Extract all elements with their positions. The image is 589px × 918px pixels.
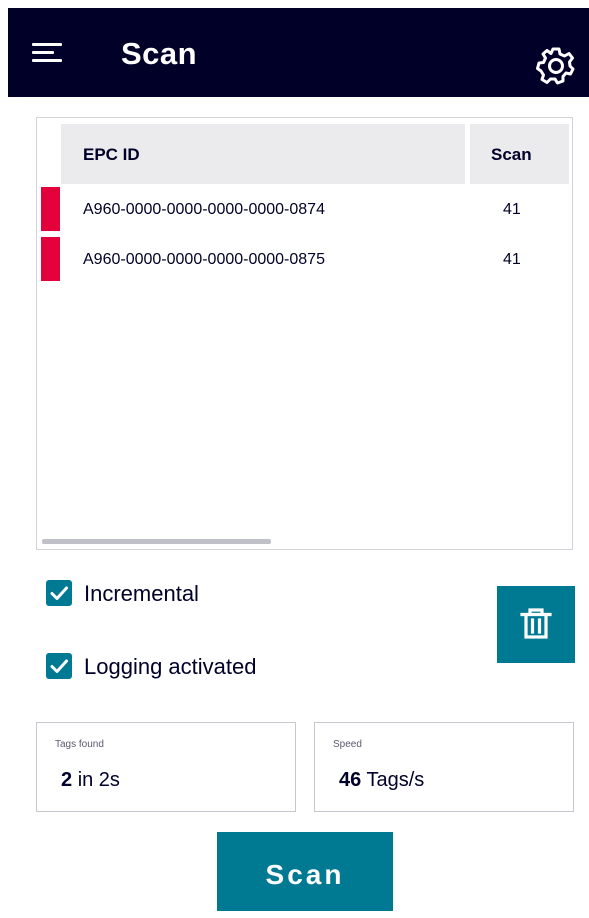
speed-panel: Speed 46 Tags/s bbox=[314, 722, 574, 812]
checkbox-checked-icon[interactable] bbox=[46, 580, 72, 606]
incremental-label: Incremental bbox=[84, 581, 199, 606]
tags-found-label: Tags found bbox=[55, 739, 104, 750]
column-divider bbox=[465, 124, 470, 184]
epc-id-cell: A960-0000-0000-0000-0000-0874 bbox=[83, 201, 325, 218]
delete-button[interactable] bbox=[497, 586, 575, 663]
tags-found-value: 2 in 2s bbox=[61, 769, 120, 791]
table-header: EPC ID Scan bbox=[61, 124, 569, 184]
checkbox-checked-icon[interactable] bbox=[46, 653, 72, 679]
tags-found-panel: Tags found 2 in 2s bbox=[36, 722, 296, 812]
column-header-scan[interactable]: Scan bbox=[491, 124, 532, 184]
speed-label: Speed bbox=[333, 739, 362, 750]
app-header: Scan bbox=[8, 8, 589, 97]
table-row[interactable]: A960-0000-0000-0000-0000-0874 41 bbox=[41, 187, 569, 231]
scan-button[interactable]: Scan bbox=[217, 832, 393, 911]
speed-value: 46 Tags/s bbox=[339, 769, 425, 791]
epc-id-cell: A960-0000-0000-0000-0000-0875 bbox=[83, 251, 325, 268]
scan-count-cell: 41 bbox=[503, 251, 521, 268]
page-title: Scan bbox=[121, 36, 198, 71]
row-status-marker bbox=[41, 237, 60, 281]
trash-icon bbox=[520, 608, 552, 639]
column-header-epc-id[interactable]: EPC ID bbox=[83, 124, 140, 184]
logging-label: Logging activated bbox=[84, 654, 257, 679]
hamburger-menu-icon[interactable] bbox=[32, 41, 66, 65]
row-status-marker bbox=[41, 187, 60, 231]
table-row[interactable]: A960-0000-0000-0000-0000-0875 41 bbox=[41, 237, 569, 281]
gear-icon[interactable] bbox=[536, 46, 576, 86]
scan-count-cell: 41 bbox=[503, 201, 521, 218]
epc-table: EPC ID Scan A960-0000-0000-0000-0000-087… bbox=[36, 117, 573, 550]
horizontal-scrollbar[interactable] bbox=[42, 539, 271, 544]
